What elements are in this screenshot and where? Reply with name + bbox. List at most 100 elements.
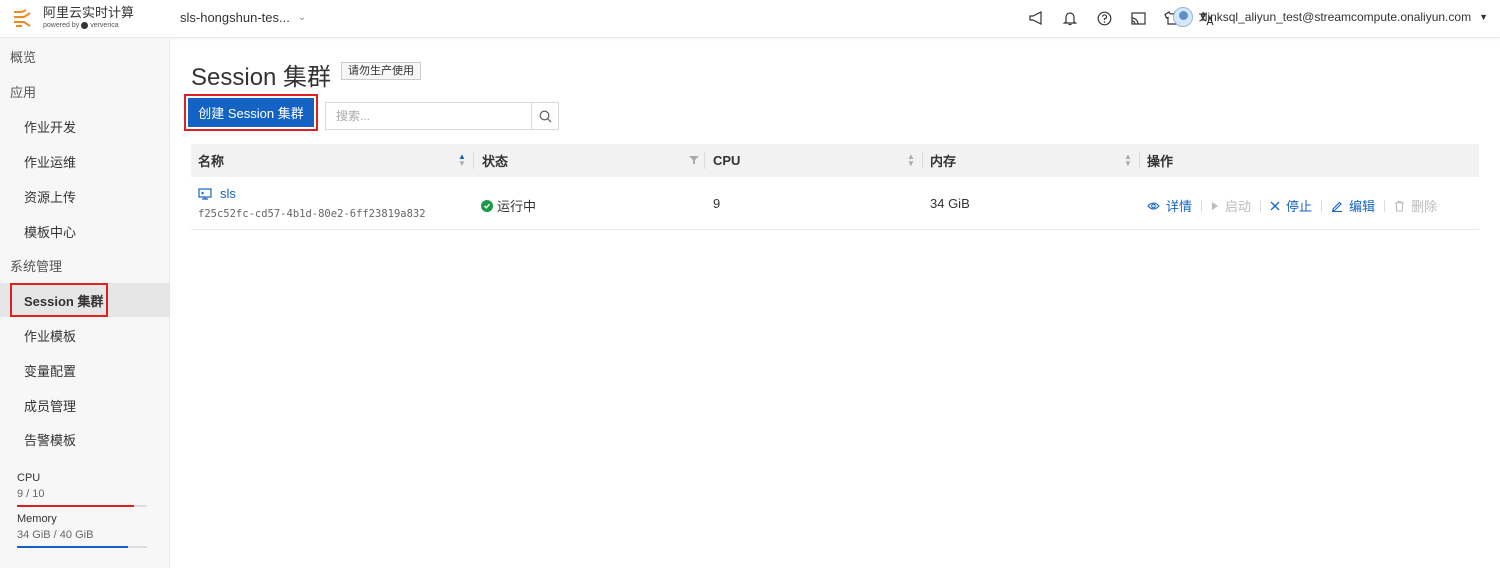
sidebar-item-label: 概览 [10, 49, 37, 65]
running-status-icon [481, 199, 493, 212]
sidebar-item-members[interactable]: 成员管理 [0, 388, 170, 422]
column-divider [704, 152, 705, 169]
sidebar-item-template-center[interactable]: 模板中心 [0, 214, 170, 248]
memory-usage-value: 34 GiB / 40 GiB [17, 529, 94, 541]
sidebar-item-overview[interactable]: 概览 [0, 39, 170, 73]
details-action[interactable]: 详情 [1147, 196, 1192, 215]
column-header-cpu[interactable]: CPU [713, 144, 740, 177]
sort-memory-icon[interactable]: ▲ ▼ [1124, 153, 1132, 168]
action-divider [1321, 199, 1323, 212]
pencil-icon [1332, 201, 1343, 212]
brand-logo[interactable]: 阿里云实时计算 powered by ververica [12, 6, 134, 29]
filter-icon[interactable] [689, 155, 699, 165]
table-header: 名称 ▲ ▼ 状态 CPU ▲ ▼ 内存 ▲ ▼ 操作 [191, 144, 1479, 177]
search-input[interactable] [326, 103, 531, 129]
sidebar-group-label: 系统管理 [10, 258, 63, 274]
announcement-icon[interactable] [1027, 8, 1045, 28]
user-email: flinksql_aliyun_test@streamcompute.onali… [1201, 10, 1472, 24]
memory-usage-bar [17, 546, 147, 548]
cell-name: sls [198, 186, 236, 201]
table-row: sls f25c52fc-cd57-4b1d-80e2-6ff23819a832… [191, 177, 1479, 230]
sidebar-item-label: 成员管理 [24, 398, 77, 414]
top-bar: 阿里云实时计算 powered by ververica sls-hongshu… [0, 0, 1500, 38]
avatar [1173, 7, 1194, 27]
sidebar-group-label: 应用 [10, 84, 37, 100]
page-title: Session 集群 [191, 64, 332, 91]
cluster-name-link[interactable]: sls [198, 186, 236, 201]
sidebar-item-label: 作业开发 [24, 119, 77, 135]
cell-status: 运行中 [481, 196, 536, 215]
stop-action[interactable]: 停止 [1270, 196, 1312, 215]
sidebar-item-job-template[interactable]: 作业模板 [0, 318, 170, 352]
sidebar-item-label: 告警模板 [24, 432, 77, 448]
sort-name-icon[interactable]: ▲ ▼ [458, 153, 466, 168]
eye-icon [1147, 201, 1160, 210]
sidebar-item-label: 资源上传 [24, 189, 77, 205]
monitor-icon [198, 187, 212, 200]
workspace-name: sls-hongshun-tes... [180, 10, 290, 25]
sidebar-group-application: 应用 [0, 74, 170, 108]
play-icon [1212, 201, 1219, 210]
caret-down-icon: ▼ [1479, 12, 1488, 22]
cpu-usage-label: CPU [17, 472, 41, 484]
column-header-memory[interactable]: 内存 [930, 144, 956, 177]
brand-title: 阿里云实时计算 [43, 5, 135, 20]
delete-action: 删除 [1394, 196, 1437, 215]
search-icon [539, 110, 551, 122]
user-menu[interactable]: flinksql_aliyun_test@streamcompute.onali… [1173, 7, 1488, 27]
sidebar-item-job-ops[interactable]: 作业运维 [0, 144, 170, 178]
delete-label: 删除 [1411, 199, 1438, 214]
column-header-actions: 操作 [1147, 154, 1174, 169]
status-text: 运行中 [497, 199, 537, 214]
edit-action[interactable]: 编辑 [1331, 196, 1375, 215]
sidebar-item-label: 作业模板 [24, 328, 77, 344]
column-header-name[interactable]: 名称 [198, 144, 224, 177]
create-session-cluster-button[interactable]: 创建 Session 集群 [188, 98, 314, 127]
cpu-usage: CPU 9 / 10 [17, 472, 147, 507]
help-icon[interactable] [1095, 8, 1113, 28]
start-action: 启动 [1211, 196, 1251, 215]
sidebar-item-variables[interactable]: 变量配置 [0, 353, 170, 387]
session-cluster-highlight [10, 283, 108, 317]
no-production-tag: 请勿生产使用 [341, 62, 421, 80]
cluster-name: sls [220, 186, 236, 201]
column-divider [473, 152, 474, 169]
sidebar-item-label: 变量配置 [24, 363, 77, 379]
sort-cpu-icon[interactable]: ▲ ▼ [907, 153, 915, 168]
workspace-selector[interactable]: sls-hongshun-tes... ⌄ [180, 10, 306, 25]
sidebar-item-resource-upload[interactable]: 资源上传 [0, 179, 170, 213]
sidebar-item-alert-template[interactable]: 告警模板 [0, 422, 170, 456]
column-divider [1139, 152, 1140, 169]
action-divider [1260, 199, 1262, 212]
action-divider [1201, 199, 1203, 212]
memory-usage: Memory 34 GiB / 40 GiB [17, 513, 147, 548]
cell-actions: 详情 启动 停止 编辑 删除 [1147, 196, 1437, 215]
sidebar-item-job-dev[interactable]: 作业开发 [0, 109, 170, 143]
cluster-id: f25c52fc-cd57-4b1d-80e2-6ff23819a832 [198, 208, 426, 220]
bell-icon[interactable] [1061, 8, 1079, 28]
cell-cpu: 9 [713, 196, 721, 211]
memory-usage-label: Memory [17, 513, 57, 525]
memory-usage-fill [17, 546, 128, 548]
sidebar-group-system: 系统管理 [0, 248, 170, 282]
chevron-down-icon: ⌄ [297, 12, 307, 23]
edit-label: 编辑 [1349, 199, 1376, 214]
close-icon [1270, 201, 1280, 210]
stop-label: 停止 [1286, 199, 1313, 214]
flink-logo-icon [14, 8, 31, 27]
trash-icon [1395, 200, 1405, 212]
cpu-usage-fill [17, 505, 134, 507]
create-button-highlight: 创建 Session 集群 [184, 94, 318, 131]
powered-by-text: powered by [43, 22, 80, 29]
action-divider [1384, 199, 1386, 212]
session-cluster-table: 名称 ▲ ▼ 状态 CPU ▲ ▼ 内存 ▲ ▼ 操作 sls f25c52fc-cd… [191, 144, 1479, 230]
cpu-usage-value: 9 / 10 [17, 488, 45, 500]
cpu-usage-bar [17, 505, 147, 507]
column-divider [922, 152, 923, 169]
partner-name: ververica [90, 22, 119, 29]
column-header-status: 状态 [482, 154, 509, 169]
search-button[interactable] [531, 103, 558, 129]
cast-icon[interactable] [1129, 8, 1147, 28]
search-box [325, 102, 559, 130]
sidebar-item-label: 作业运维 [24, 154, 77, 170]
